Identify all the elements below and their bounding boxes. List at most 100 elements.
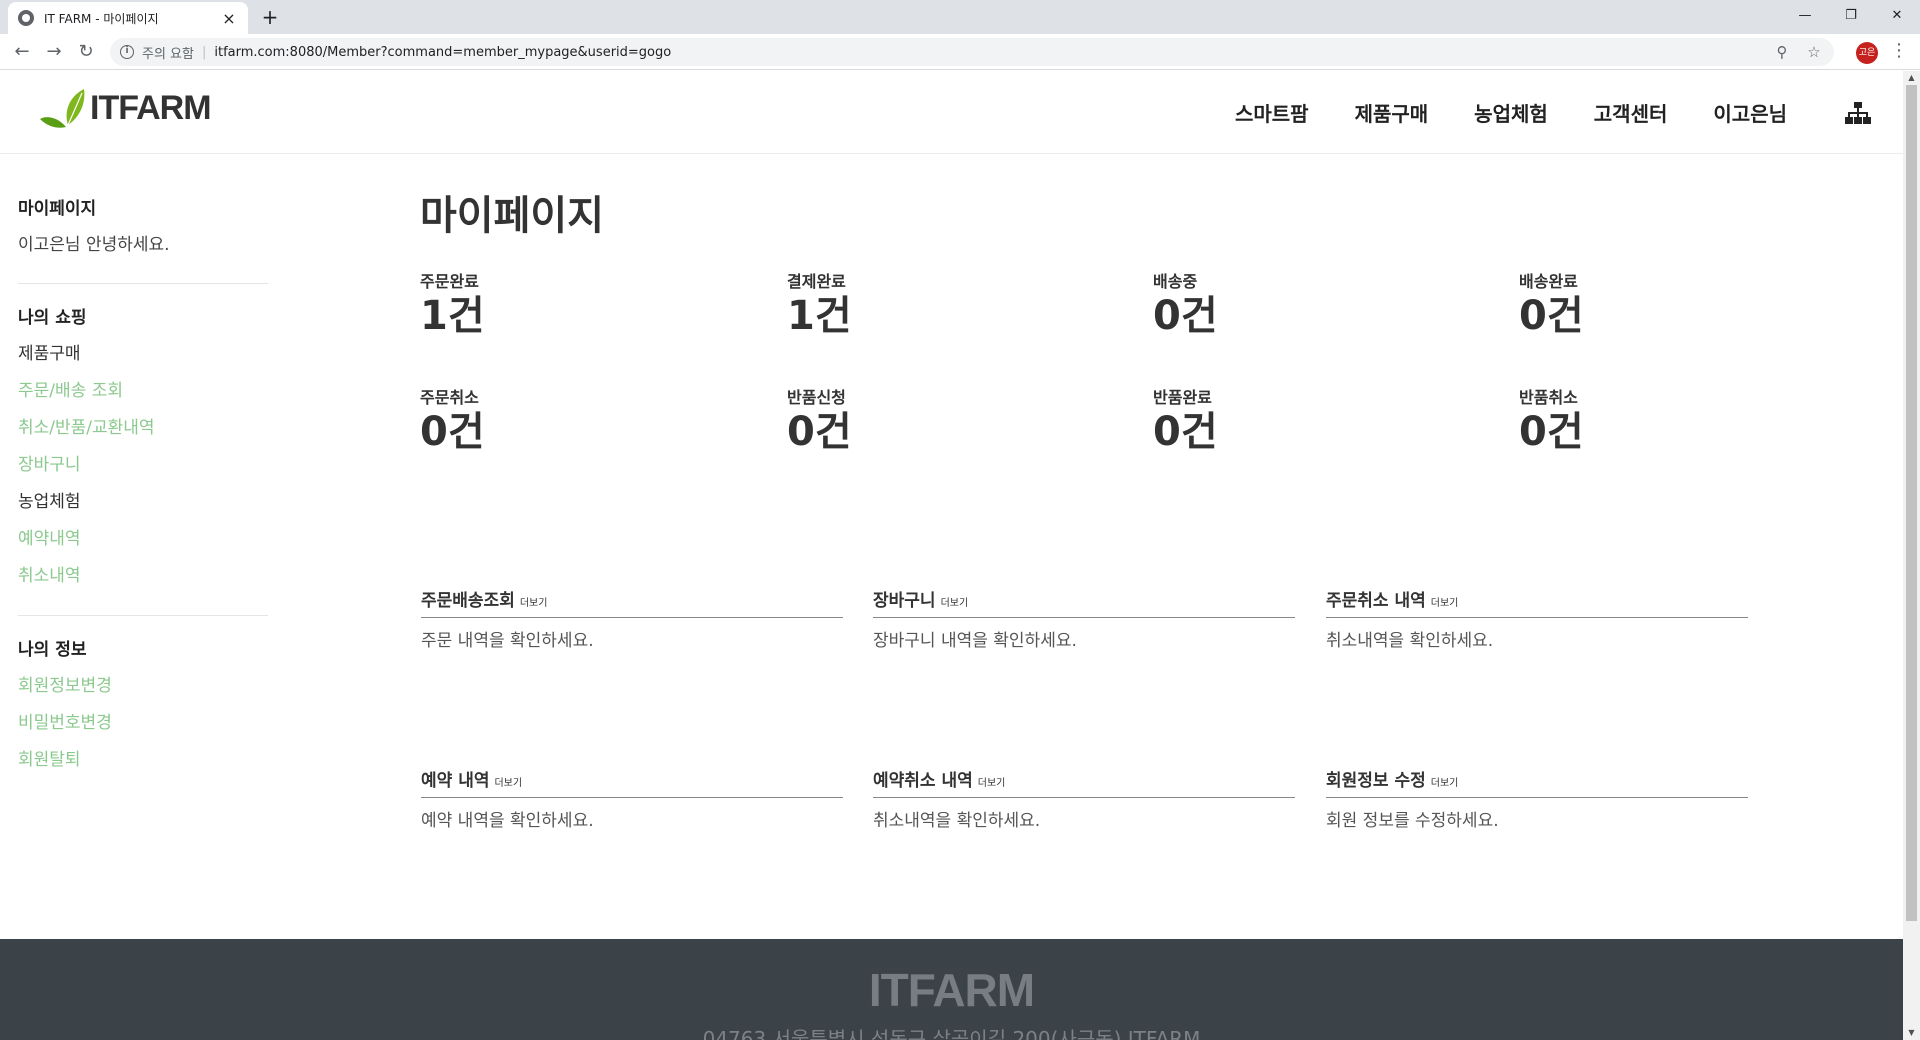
divider: | — [201, 44, 207, 60]
box-title: 회원정보 수정 — [1326, 771, 1426, 791]
scroll-down-arrow-icon[interactable]: ▼ — [1903, 1026, 1920, 1040]
box-reservation-cancel: 예약취소 내역 더보기 취소내역을 확인하세요. — [873, 766, 1295, 831]
restore-button[interactable]: ❐ — [1828, 0, 1874, 30]
security-label[interactable]: 주의 요함 — [142, 43, 194, 62]
back-button[interactable]: ← — [10, 40, 34, 64]
profile-avatar[interactable]: 고은 — [1856, 42, 1878, 64]
box-description: 회원 정보를 수정하세요. — [1326, 811, 1499, 831]
sidebar: 마이페이지 이고은님 안녕하세요. 나의 쇼핑 제품구매 주문/배송 조회 취소… — [18, 191, 268, 779]
box-title: 예약취소 내역 — [873, 771, 973, 791]
more-link[interactable]: 더보기 — [1431, 594, 1459, 611]
minimize-button[interactable]: — — [1782, 0, 1828, 30]
box-title: 장바구니 — [873, 591, 936, 611]
stat-label: 반품완료 — [1153, 388, 1212, 407]
address-bar[interactable]: i 주의 요함 | itfarm.com:8080/Member?command… — [110, 38, 1834, 66]
info-icon[interactable]: i — [120, 45, 134, 59]
sidebar-item-order-delivery[interactable]: 주문/배송 조회 — [18, 373, 268, 410]
sidebar-item-withdraw[interactable]: 회원탈퇴 — [18, 742, 268, 779]
nav-farm-experience[interactable]: 농업체험 — [1474, 98, 1548, 127]
sidebar-shopping-title: 나의 쇼핑 — [18, 308, 87, 328]
browser-menu-icon[interactable]: ⋮ — [1890, 40, 1908, 64]
tab-close-button[interactable]: × — [220, 9, 238, 28]
browser-toolbar: ← → ↻ i 주의 요함 | itfarm.com:8080/Member?c… — [0, 34, 1920, 70]
page-title: 마이페이지 — [420, 193, 604, 239]
box-reservations: 예약 내역 더보기 예약 내역을 확인하세요. — [421, 766, 843, 831]
stat-delivered: 배송완료 0건 — [1519, 268, 1819, 340]
order-stats: 주문완료 1건 결제완료 1건 배송중 0건 배송완료 0건 주문취소 0건 반… — [420, 268, 1820, 500]
sidebar-item-cancellations[interactable]: 취소내역 — [18, 558, 268, 595]
sidebar-divider — [18, 283, 268, 284]
sidebar-item-farm-experience[interactable]: 농업체험 — [18, 484, 268, 521]
scrollbar-thumb[interactable] — [1906, 85, 1917, 921]
new-tab-button[interactable]: + — [258, 6, 282, 30]
sidebar-item-edit-member[interactable]: 회원정보변경 — [18, 668, 268, 705]
box-header: 장바구니 더보기 — [873, 586, 1295, 618]
sitemap-icon[interactable] — [1845, 102, 1871, 124]
box-header: 주문취소 내역 더보기 — [1326, 586, 1748, 618]
bookmark-star-icon[interactable]: ☆ — [1804, 43, 1824, 61]
sidebar-divider — [18, 615, 268, 616]
browser-tab[interactable]: IT FARM - 마이페이지 × — [8, 2, 248, 34]
zoom-icon[interactable]: ⚲ — [1772, 43, 1792, 61]
stat-payment-complete: 결제완료 1건 — [787, 268, 1087, 340]
forward-button[interactable]: → — [42, 40, 66, 64]
scroll-up-arrow-icon[interactable]: ▲ — [1903, 71, 1920, 85]
stat-value: 0건 — [1153, 293, 1218, 339]
stat-value: 0건 — [1519, 293, 1584, 339]
more-link[interactable]: 더보기 — [941, 594, 969, 611]
logo-text: ITFARM — [90, 88, 212, 127]
box-description: 주문 내역을 확인하세요. — [421, 631, 594, 651]
leaf-logo-icon — [40, 89, 85, 128]
box-header: 주문배송조회 더보기 — [421, 586, 843, 618]
page-scrollbar[interactable]: ▲ ▼ — [1903, 71, 1920, 1040]
stat-value: 0건 — [420, 409, 485, 455]
stat-order-cancel: 주문취소 0건 — [420, 384, 720, 456]
sidebar-item-product-purchase[interactable]: 제품구매 — [18, 336, 268, 373]
sidebar-item-cancel-return[interactable]: 취소/반품/교환내역 — [18, 410, 268, 447]
sidebar-mypage-title: 마이페이지 — [18, 199, 97, 219]
web-page: ITFARM 스마트팜 제품구매 농업체험 고객센터 이고은님 마이페이지 이고… — [0, 71, 1903, 1040]
close-window-button[interactable]: ✕ — [1874, 0, 1920, 30]
tab-title: IT FARM - 마이페이지 — [44, 11, 159, 26]
main-navigation: 스마트팜 제품구매 농업체험 고객센터 이고은님 — [1189, 98, 1843, 127]
stat-label: 배송중 — [1153, 272, 1198, 291]
stat-value: 1건 — [420, 293, 485, 339]
stat-value: 0건 — [787, 409, 852, 455]
more-link[interactable]: 더보기 — [978, 774, 1006, 791]
greeting-text: 이고은님 안녕하세요. — [18, 235, 170, 255]
stat-label: 주문완료 — [420, 272, 479, 291]
box-member-edit: 회원정보 수정 더보기 회원 정보를 수정하세요. — [1326, 766, 1748, 831]
box-description: 장바구니 내역을 확인하세요. — [873, 631, 1077, 651]
reload-button[interactable]: ↻ — [74, 40, 98, 64]
stat-value: 0건 — [1519, 409, 1584, 455]
sidebar-item-reservations[interactable]: 예약내역 — [18, 521, 268, 558]
url-text[interactable]: itfarm.com:8080/Member?command=member_my… — [214, 45, 1760, 60]
more-link[interactable]: 더보기 — [1431, 774, 1459, 791]
box-title: 예약 내역 — [421, 771, 490, 791]
nav-user-name[interactable]: 이고은님 — [1713, 98, 1787, 127]
sidebar-item-change-password[interactable]: 비밀번호변경 — [18, 705, 268, 742]
more-link[interactable]: 더보기 — [520, 594, 548, 611]
stat-order-complete: 주문완료 1건 — [420, 268, 720, 340]
nav-customer-center[interactable]: 고객센터 — [1594, 98, 1668, 127]
more-link[interactable]: 더보기 — [494, 774, 522, 791]
nav-product-purchase[interactable]: 제품구매 — [1355, 98, 1429, 127]
stat-label: 반품취소 — [1519, 388, 1578, 407]
main-content: 마이페이지 주문완료 1건 결제완료 1건 배송중 0건 배송완료 0건 주문취… — [420, 186, 1820, 831]
sidebar-item-cart[interactable]: 장바구니 — [18, 447, 268, 484]
footer-logo: ITFARM — [868, 964, 1035, 1016]
site-footer: ITFARM 04763 서울특별시 성동구 살곶이길 200(사근동) ITF… — [0, 939, 1903, 1040]
box-cart: 장바구니 더보기 장바구니 내역을 확인하세요. — [873, 586, 1295, 651]
sidebar-info-title: 나의 정보 — [18, 640, 87, 660]
box-description: 취소내역을 확인하세요. — [1326, 631, 1494, 651]
window-controls: — ❐ ✕ — [1782, 0, 1920, 30]
stat-return-complete: 반품완료 0건 — [1153, 384, 1453, 456]
stat-label: 배송완료 — [1519, 272, 1578, 291]
stat-shipping: 배송중 0건 — [1153, 268, 1453, 340]
box-description: 예약 내역을 확인하세요. — [421, 811, 594, 831]
box-description: 취소내역을 확인하세요. — [873, 811, 1041, 831]
site-logo[interactable]: ITFARM — [38, 83, 212, 133]
nav-smartfarm[interactable]: 스마트팜 — [1235, 98, 1309, 127]
browser-tabstrip: IT FARM - 마이페이지 × + — ❐ ✕ — [0, 0, 1920, 34]
stat-return-request: 반품신청 0건 — [787, 384, 1087, 456]
